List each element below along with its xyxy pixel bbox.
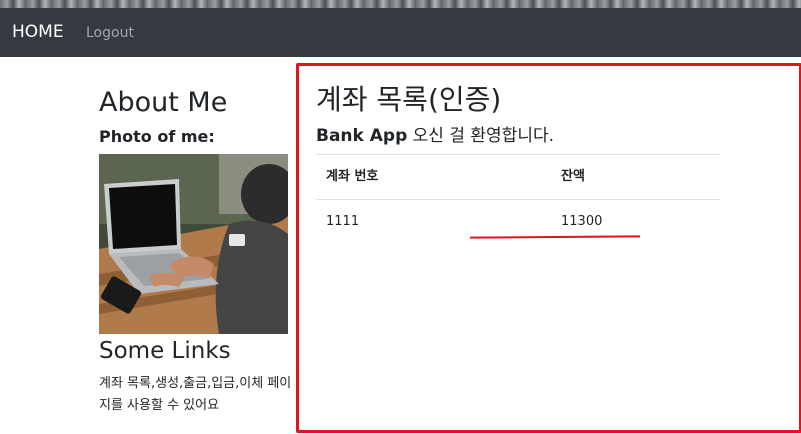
column-header-account-number: 계좌 번호 [326,169,379,184]
logout-link[interactable]: Logout [86,23,134,43]
photo-label: Photo of me: [99,127,215,146]
laptop-photo-illustration [99,154,288,334]
header-background-image [0,0,801,8]
welcome-text: 오신 걸 환영합니다. [407,126,555,146]
about-me-heading: About Me [99,87,228,118]
page-title: 계좌 목록(인증) [316,83,502,116]
welcome-message: Bank App 오신 걸 환영합니다. [316,124,554,148]
table-header-row: 계좌 번호 잔액 [316,155,720,200]
account-table: 계좌 번호 잔액 1111 11300 [316,154,720,244]
app-name: Bank App [316,126,408,146]
profile-photo [99,154,288,334]
some-links-heading: Some Links [99,338,231,364]
account-number-cell: 1111 [326,214,360,229]
links-description: 계좌 목록,생성,출금,입금,이체 페이지를 사용할 수 있어요 [99,376,292,413]
column-header-balance: 잔액 [561,169,585,184]
balance-cell: 11300 [561,214,603,229]
annotation-highlight-box [296,63,801,433]
home-link[interactable]: HOME [12,20,64,44]
navbar: HOME Logout [0,8,801,57]
